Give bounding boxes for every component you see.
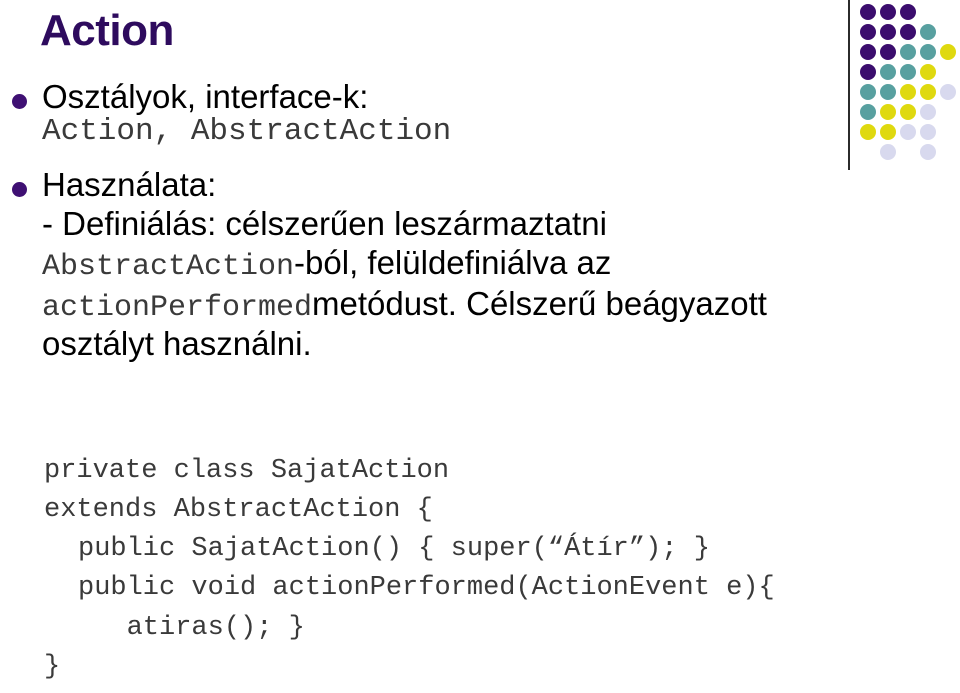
code-line: private class SajatAction (44, 456, 450, 486)
slide-body: Osztályok, interface-k: Action, Abstract… (0, 78, 860, 364)
usage-text-part2: -ból, felüldefiniálva az (294, 243, 612, 281)
dot-grid-cell (860, 64, 876, 80)
bullet-label-usage: Használata: (42, 166, 217, 204)
dot-grid-cell (900, 24, 916, 40)
dot-grid-cell (880, 24, 896, 40)
dot-grid-cell (880, 44, 896, 60)
dot-grid-cell (880, 4, 896, 20)
dot-grid-cell (900, 104, 916, 120)
code-line: extends AbstractAction { (44, 495, 433, 526)
code-line: public SajatAction() { super(“Átír”); } (78, 534, 710, 565)
dot-grid-cell (880, 64, 896, 80)
dot-grid-cell (900, 124, 916, 140)
code-line: public void actionPerformed(ActionEvent … (78, 573, 775, 604)
dot-grid-cell (880, 124, 896, 140)
dot-grid-cell (860, 44, 876, 60)
dot-grid-cell (920, 104, 936, 120)
dot-grid-cell (860, 124, 876, 140)
dot-grid-cell (940, 44, 956, 60)
dot-grid-cell (860, 4, 876, 20)
code-line: } (44, 651, 61, 682)
dot-grid-cell (920, 44, 936, 60)
dot-grid-cell (920, 24, 936, 40)
bullet-label-classes: Osztályok, interface-k: (42, 78, 369, 115)
dot-grid-cell (920, 144, 936, 160)
dot-grid-cell (920, 84, 936, 100)
bullet-item-classes: Osztályok, interface-k: Action, Abstract… (0, 78, 860, 150)
dot-grid-icon (860, 4, 960, 164)
slide-title: Action (40, 6, 174, 55)
code-line: atiras(); } (78, 612, 305, 643)
code-block: private class SajatAction extends Abstrac… (44, 452, 775, 687)
slide-canvas: Action Osztályok, interface-k: Action, A… (0, 0, 960, 693)
dot-grid-cell (900, 4, 916, 20)
bullet-code-classes: Action, AbstractAction (42, 114, 452, 150)
dot-grid-cell (880, 144, 896, 160)
dot-grid-cell (860, 24, 876, 40)
bullet-item-usage: Használata: - Definiálás: célszerűen les… (0, 166, 860, 363)
dot-grid-cell (900, 44, 916, 60)
bullet-dot-icon (12, 94, 27, 109)
usage-code-abstractaction: AbstractAction (42, 249, 295, 284)
dot-grid-cell (860, 104, 876, 120)
dot-grid-cell (920, 124, 936, 140)
usage-code-actionperformed: actionPerformed (42, 290, 313, 325)
dot-grid-cell (940, 84, 956, 100)
dot-grid-cell (860, 84, 876, 100)
usage-description: - Definiálás: célszerűen leszármaztatni … (42, 205, 860, 363)
dot-grid-cell (880, 104, 896, 120)
usage-text-part1: - Definiálás: célszerűen leszármaztatni (42, 205, 607, 243)
bullet-dot-icon (12, 182, 27, 198)
dot-grid-cell (900, 64, 916, 80)
slide-decoration (848, 0, 960, 172)
dot-grid-cell (900, 84, 916, 100)
dot-grid-cell (880, 84, 896, 100)
dot-grid-cell (920, 64, 936, 80)
